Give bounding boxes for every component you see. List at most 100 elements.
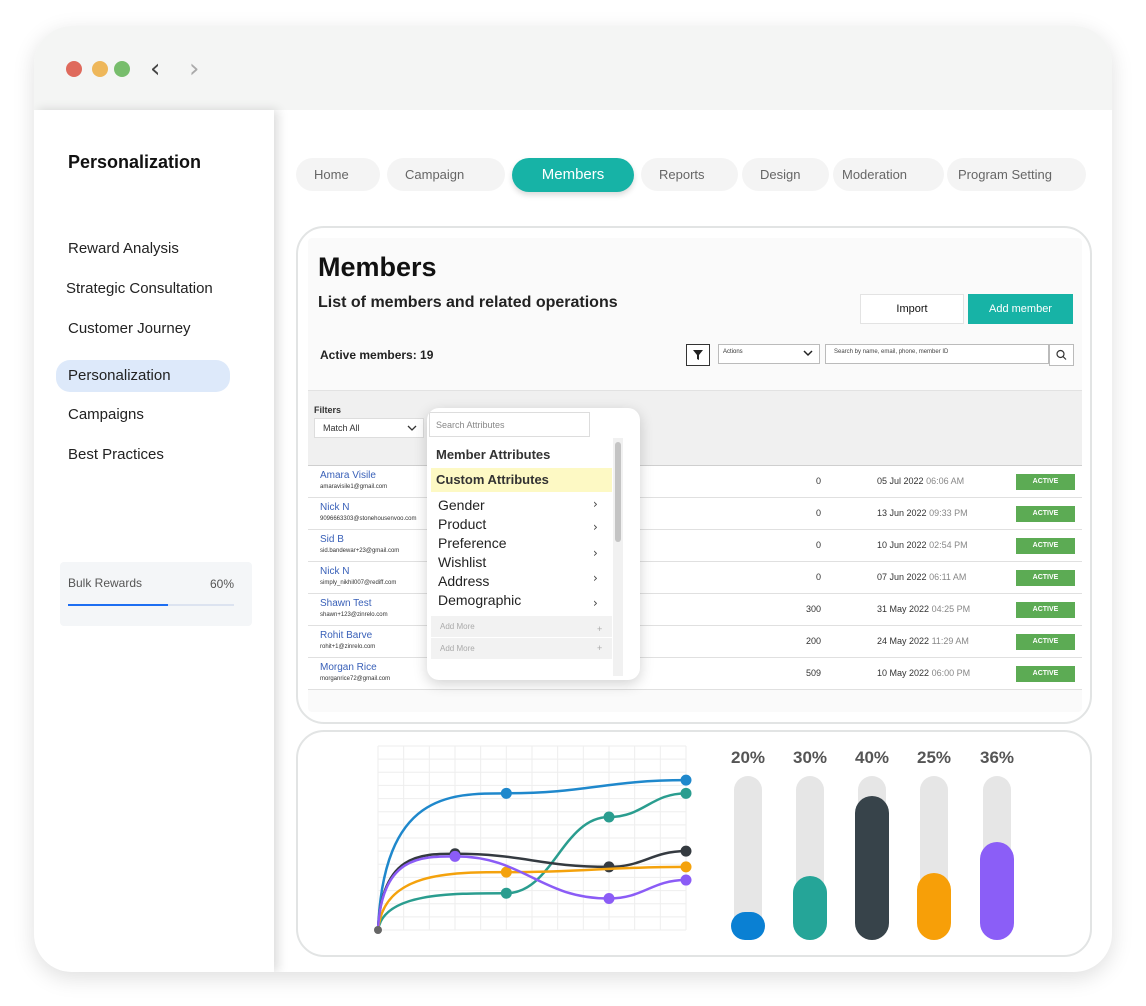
bar-track bbox=[855, 776, 889, 940]
actions-select-label: Actions bbox=[723, 349, 743, 355]
chevron-right-icon: › bbox=[593, 497, 598, 511]
member-email: shawn+123@zinrelo.com bbox=[320, 612, 388, 618]
data-point bbox=[680, 774, 692, 786]
data-point bbox=[680, 874, 692, 886]
filter-icon bbox=[693, 350, 703, 360]
table-row[interactable]: Rohit Barve rohit+1@zinrelo.com 200 24 May … bbox=[308, 626, 1082, 658]
tab-program-setting[interactable]: Program Setting bbox=[947, 158, 1086, 191]
tab-design[interactable]: Design bbox=[742, 158, 829, 191]
member-joined-date: 07 Jun 2022 06:11 AM bbox=[877, 572, 966, 582]
forward-arrow-icon[interactable]: › bbox=[189, 56, 199, 82]
table-row[interactable]: Amara Visile amaravisile1@gmail.com 0 05 Ju… bbox=[308, 466, 1082, 498]
member-name[interactable]: Shawn Test bbox=[320, 598, 372, 609]
tab-campaign[interactable]: Campaign bbox=[387, 158, 505, 191]
bar bbox=[855, 795, 889, 940]
bar-value-label: 36% bbox=[979, 748, 1015, 767]
bar bbox=[793, 876, 827, 940]
sidebar-item-campaigns[interactable]: Campaigns bbox=[56, 399, 230, 431]
maximize-window-dot[interactable] bbox=[114, 61, 130, 77]
data-point bbox=[500, 787, 512, 799]
table-row[interactable]: Morgan Rice morganrice72@gmail.com 509 10 M… bbox=[308, 658, 1082, 690]
member-name[interactable]: Amara Visile bbox=[320, 470, 376, 481]
tab-reports[interactable]: Reports bbox=[641, 158, 738, 191]
bar-track bbox=[793, 776, 827, 940]
member-name[interactable]: Nick N bbox=[320, 502, 349, 513]
bulk-rewards-label: Bulk Rewards bbox=[68, 576, 143, 590]
table-row[interactable]: Nick N simply_nikhil007@rediff.com 0 07 Jun… bbox=[308, 562, 1082, 594]
status-badge: ACTIVE bbox=[1016, 538, 1075, 554]
member-joined-date: 24 May 2022 11:29 AM bbox=[877, 636, 969, 646]
member-name[interactable]: Sid B bbox=[320, 534, 344, 545]
sidebar-item-best-practices[interactable]: Best Practices bbox=[56, 439, 230, 471]
attribute-address[interactable]: Address bbox=[438, 573, 489, 589]
time-text: 06:00 PM bbox=[931, 668, 971, 678]
close-window-dot[interactable] bbox=[66, 61, 82, 77]
data-point bbox=[680, 845, 692, 857]
bar-value-label: 25% bbox=[916, 748, 952, 767]
attribute-wishlist[interactable]: Wishlist bbox=[438, 554, 486, 570]
bar-value-label: 30% bbox=[792, 748, 828, 767]
bar-track bbox=[731, 776, 765, 940]
sidebar-item-reward-analysis[interactable]: Reward Analysis bbox=[56, 233, 230, 265]
member-points: 0 bbox=[815, 476, 821, 486]
member-search-input[interactable]: Search by name, email, phone, member ID bbox=[825, 344, 1049, 364]
dropdown-scrollbar-thumb[interactable] bbox=[615, 442, 621, 542]
bar-value-label: 40% bbox=[854, 748, 890, 767]
minimize-window-dot[interactable] bbox=[92, 61, 108, 77]
member-email: 9096663303@stonehousenvoo.com bbox=[320, 516, 417, 522]
bulk-rewards-card[interactable]: Bulk Rewards 60% bbox=[60, 562, 252, 626]
member-name[interactable]: Nick N bbox=[320, 566, 349, 577]
data-point bbox=[603, 892, 615, 904]
match-all-select[interactable]: Match All bbox=[314, 418, 424, 438]
tab-members[interactable]: Members bbox=[512, 158, 634, 192]
import-button[interactable]: Import bbox=[860, 294, 964, 324]
data-point bbox=[603, 861, 615, 873]
window-titlebar: ‹ › bbox=[34, 26, 1112, 110]
search-button[interactable] bbox=[1049, 344, 1074, 366]
attribute-preference[interactable]: Preference bbox=[438, 535, 506, 551]
attribute-demographic[interactable]: Demographic bbox=[438, 592, 521, 608]
filter-button[interactable] bbox=[686, 344, 710, 366]
attributes-search-input[interactable]: Search Attributes bbox=[429, 412, 590, 437]
add-member-button[interactable]: Add member bbox=[968, 294, 1073, 324]
date-text: 10 Jun 2022 bbox=[877, 540, 927, 550]
sidebar-item-personalization[interactable]: Personalization bbox=[56, 360, 230, 392]
data-point bbox=[680, 861, 692, 873]
sidebar-item-strategic-consultation[interactable]: Strategic Consultation bbox=[54, 273, 228, 305]
member-points: 200 bbox=[805, 636, 821, 646]
tab-home[interactable]: Home bbox=[296, 158, 380, 191]
sidebar-item-customer-journey[interactable]: Customer Journey bbox=[56, 313, 246, 345]
table-row[interactable]: Sid B sid.bandewar+23@gmail.com 0 10 Jun 20… bbox=[308, 530, 1082, 562]
time-text: 06:11 AM bbox=[929, 572, 967, 582]
attribute-gender[interactable]: Gender bbox=[438, 497, 485, 513]
member-points: 509 bbox=[805, 668, 821, 678]
member-points: 0 bbox=[815, 508, 821, 518]
search-icon bbox=[1056, 349, 1067, 360]
chevron-right-icon: › bbox=[593, 546, 598, 560]
table-row[interactable]: Shawn Test shawn+123@zinrelo.com 300 31 May… bbox=[308, 594, 1082, 626]
member-name[interactable]: Morgan Rice bbox=[320, 662, 377, 673]
table-row[interactable]: Nick N 9096663303@stonehousenvoo.com 0 13 J… bbox=[308, 498, 1082, 530]
member-email: rohit+1@zinrelo.com bbox=[320, 644, 376, 650]
attribute-product[interactable]: Product bbox=[438, 516, 486, 532]
actions-select[interactable]: Actions bbox=[718, 344, 820, 364]
page-subtitle: List of members and related operations bbox=[318, 294, 618, 311]
chevron-right-icon: › bbox=[593, 596, 598, 610]
status-badge: ACTIVE bbox=[1016, 602, 1075, 618]
date-text: 13 Jun 2022 bbox=[877, 508, 927, 518]
member-joined-date: 13 Jun 2022 09:33 PM bbox=[877, 508, 968, 518]
member-attributes-heading: Member Attributes bbox=[436, 447, 551, 462]
add-more-row[interactable]: Add More bbox=[431, 638, 612, 659]
back-arrow-icon[interactable]: ‹ bbox=[150, 56, 160, 82]
member-email: amaravisile1@gmail.com bbox=[320, 484, 388, 490]
attributes-dropdown: Search Attributes Member Attributes Cust… bbox=[427, 408, 640, 680]
plus-icon: + bbox=[597, 624, 603, 634]
chevron-right-icon: › bbox=[593, 520, 598, 534]
bar bbox=[917, 872, 951, 940]
custom-attributes-heading[interactable]: Custom Attributes bbox=[431, 468, 612, 492]
tab-moderation[interactable]: Moderation bbox=[833, 158, 944, 191]
add-more-row[interactable]: Add More bbox=[431, 616, 612, 637]
member-name[interactable]: Rohit Barve bbox=[320, 630, 372, 641]
bulk-rewards-percent: 60% bbox=[209, 577, 234, 591]
plus-icon: + bbox=[597, 643, 603, 653]
